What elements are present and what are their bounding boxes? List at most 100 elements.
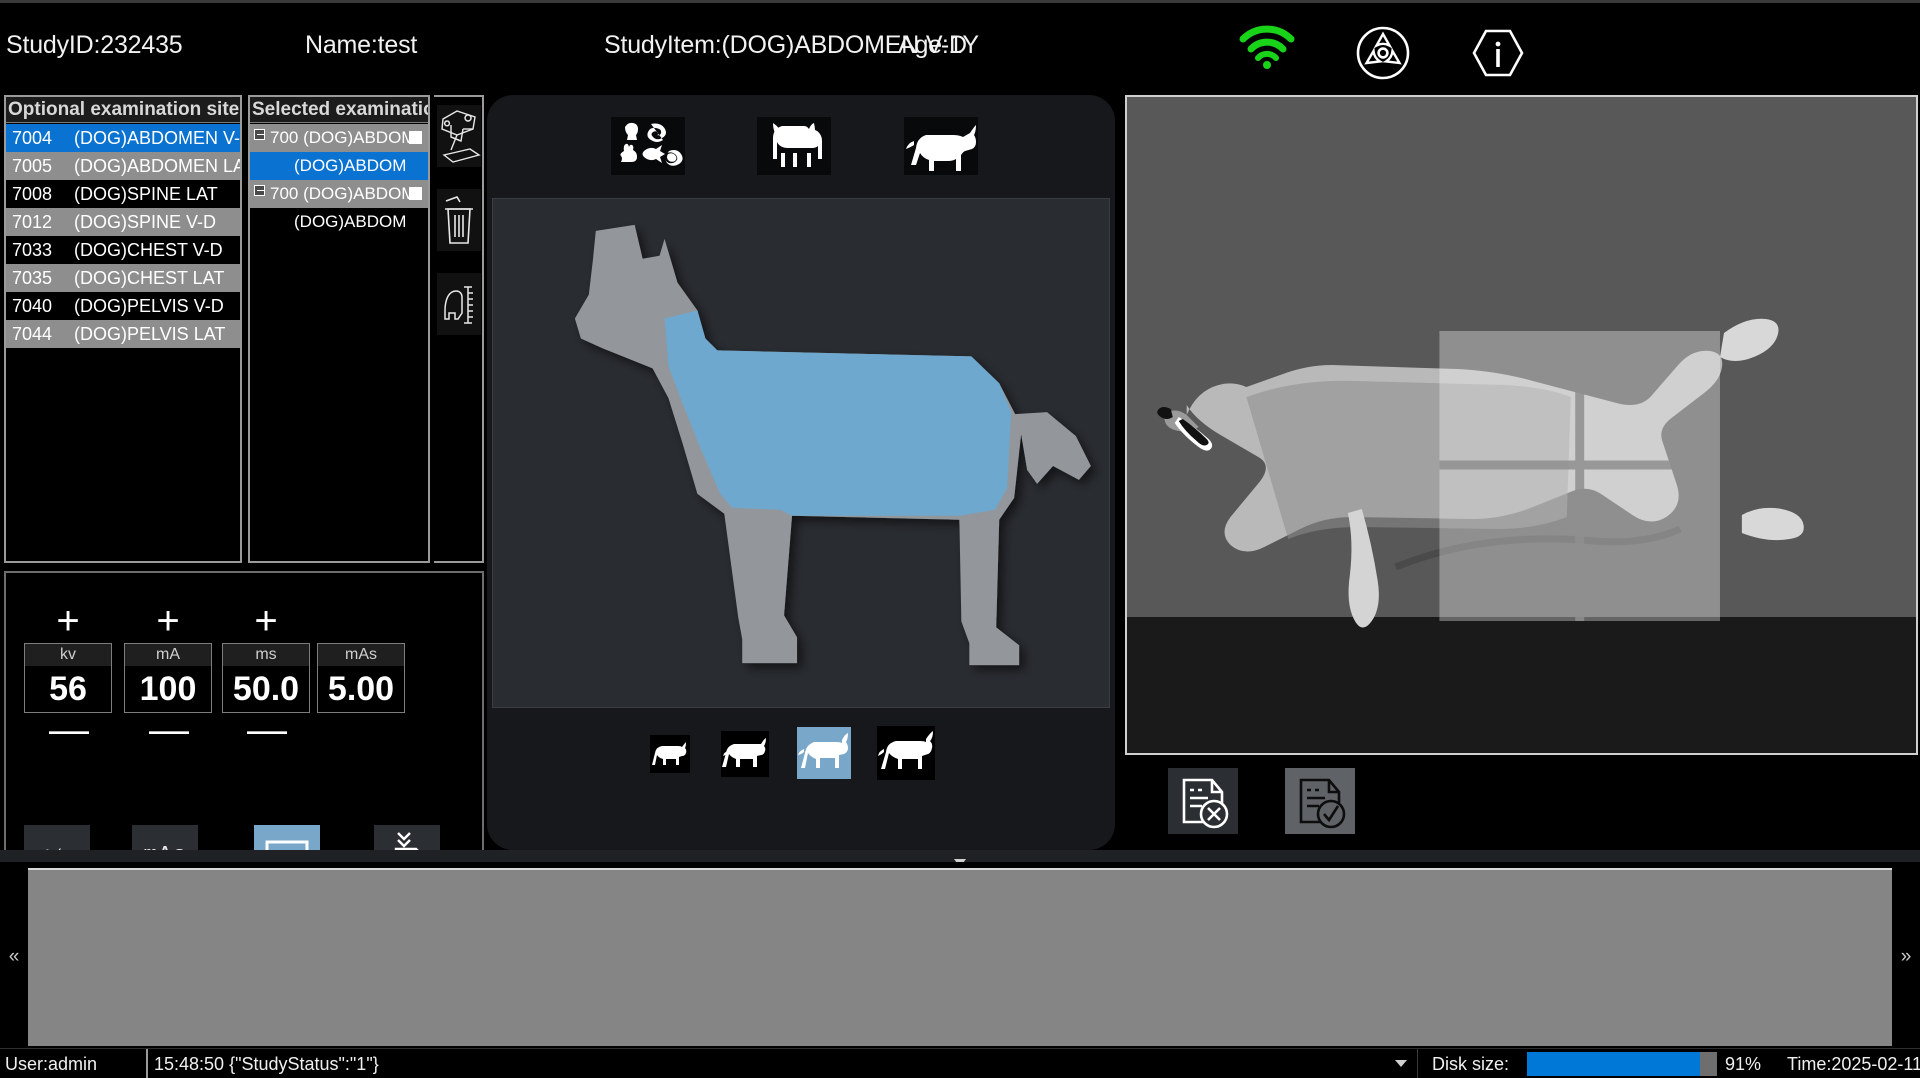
optional-list-title: Optional examination site bbox=[6, 97, 240, 123]
study-id-label: StudyID:232435 bbox=[6, 31, 183, 59]
strip-scroll-right-button[interactable]: » bbox=[1892, 868, 1920, 1046]
increase-ms-button[interactable]: + bbox=[247, 601, 285, 641]
decrease-ma-button[interactable]: — bbox=[149, 710, 189, 750]
status-log-text: 15:48:50 {"StudyStatus":"1"} bbox=[154, 1054, 379, 1074]
item-code: 7033 bbox=[12, 240, 53, 260]
selected-leaf-row[interactable]: (DOG)ABDOM bbox=[250, 208, 428, 236]
selected-item-label: (DOG)ABDOM bbox=[294, 156, 407, 175]
tree-collapse-icon[interactable] bbox=[254, 185, 265, 196]
size-l-button[interactable] bbox=[877, 726, 935, 780]
selected-group-row[interactable]: 700 (DOG)ABDOM bbox=[250, 180, 428, 208]
param-value: 5.00 bbox=[327, 670, 395, 708]
item-label: (DOG)PELVIS V-D bbox=[74, 296, 224, 316]
xray-tube-icon[interactable] bbox=[437, 105, 481, 167]
body-part-selector-panel bbox=[487, 95, 1115, 861]
wifi-connected-icon[interactable] bbox=[1237, 23, 1297, 69]
species-selector-bar bbox=[487, 95, 1115, 198]
optional-list-item[interactable]: 7008 (DOG)SPINE LAT bbox=[6, 180, 240, 208]
param-box[interactable]: mAs 5.00 bbox=[317, 643, 405, 713]
current-user-label: User:admin bbox=[5, 1054, 98, 1074]
item-label: (DOG)ABDOMEN LAT bbox=[74, 156, 240, 176]
disk-size-label: Disk size: bbox=[1432, 1054, 1510, 1074]
chevron-down-icon[interactable] bbox=[1395, 1060, 1407, 1067]
patient-measure-icon[interactable] bbox=[437, 273, 481, 335]
row-checkbox[interactable] bbox=[409, 187, 422, 200]
status-bar: User:admin 15:48:50 {"StudyStatus":"1"} … bbox=[0, 1048, 1920, 1078]
species-cat-button[interactable] bbox=[757, 117, 831, 175]
item-code: 7008 bbox=[12, 184, 53, 204]
item-label: (DOG)PELVIS LAT bbox=[74, 324, 226, 344]
patient-age-label: Age:1Y bbox=[898, 31, 979, 59]
param-unit-label: mAs bbox=[318, 644, 404, 666]
exposure-param-kv: + kv 56— bbox=[18, 601, 118, 750]
selected-list-title: Selected examination site bbox=[250, 97, 428, 123]
document-accept-icon[interactable] bbox=[1285, 768, 1355, 834]
optional-list-item[interactable]: 7044 (DOG)PELVIS LAT bbox=[6, 320, 240, 348]
item-code: 7005 bbox=[12, 156, 53, 176]
param-box[interactable]: mA 100 bbox=[124, 643, 212, 713]
document-reject-icon[interactable] bbox=[1168, 768, 1238, 834]
row-checkbox[interactable] bbox=[409, 131, 422, 144]
param-unit-label: kv bbox=[25, 644, 111, 666]
item-label: (DOG)CHEST LAT bbox=[74, 268, 225, 288]
param-unit-label: mA bbox=[125, 644, 211, 666]
disk-usage-percent: 91% bbox=[1725, 1054, 1762, 1074]
param-box[interactable]: kv 56 bbox=[24, 643, 112, 713]
xray-preview-image[interactable] bbox=[1125, 95, 1918, 755]
optional-list-item[interactable]: 7012 (DOG)SPINE V-D bbox=[6, 208, 240, 236]
radiation-icon[interactable] bbox=[1355, 25, 1411, 81]
exposure-param-mas: mAs 5.00 bbox=[311, 607, 411, 719]
size-m-button[interactable] bbox=[797, 727, 851, 779]
item-label: (DOG)SPINE V-D bbox=[74, 212, 217, 232]
param-value: 56 bbox=[49, 670, 87, 708]
optional-list-item[interactable]: 7005 (DOG)ABDOMEN LAT bbox=[6, 152, 240, 180]
info-icon[interactable] bbox=[1472, 27, 1524, 79]
item-label: (DOG)SPINE LAT bbox=[74, 184, 218, 204]
patient-size-selector-bar bbox=[487, 713, 1115, 799]
param-box[interactable]: ms 50.0 bbox=[222, 643, 310, 713]
item-code: 7040 bbox=[12, 296, 53, 316]
status-log-dropdown[interactable]: 15:48:50 {"StudyStatus":"1"} bbox=[146, 1049, 1418, 1078]
thumbnail-strip: « » bbox=[0, 862, 1920, 1048]
optional-list-item[interactable]: 7040 (DOG)PELVIS V-D bbox=[6, 292, 240, 320]
size-s-button[interactable] bbox=[721, 731, 769, 777]
dog-body-region-selector[interactable] bbox=[492, 198, 1110, 708]
param-value: 100 bbox=[139, 670, 197, 708]
system-time-label: Time:2025-02-11 15:48:51 bbox=[1787, 1054, 1920, 1074]
exposure-param-ms: + ms 50.0— bbox=[216, 601, 316, 750]
size-xs-button[interactable] bbox=[650, 735, 690, 773]
selected-item-label: (DOG)ABDOM bbox=[294, 212, 407, 231]
increase-ma-button[interactable]: + bbox=[149, 601, 187, 641]
optional-list-item[interactable]: 7033 (DOG)CHEST V-D bbox=[6, 236, 240, 264]
decrease-kv-button[interactable]: — bbox=[49, 710, 89, 750]
tree-collapse-icon[interactable] bbox=[254, 129, 265, 140]
app-header: StudyID:232435 Name:test StudyItem:(DOG)… bbox=[0, 0, 1920, 82]
thumbnail-strip-content[interactable] bbox=[28, 868, 1892, 1046]
species-exotic-button[interactable] bbox=[611, 117, 685, 175]
optional-list-item[interactable]: 7035 (DOG)CHEST LAT bbox=[6, 264, 240, 292]
exposure-param-ma: + mA 100— bbox=[118, 601, 218, 750]
trash-icon[interactable] bbox=[437, 189, 481, 251]
item-code: 7012 bbox=[12, 212, 53, 232]
left-control-column: Optional examination site 7004 (DOG)ABDOM… bbox=[0, 95, 484, 946]
selected-leaf-row[interactable]: (DOG)ABDOM bbox=[250, 152, 428, 180]
patient-name-label: Name:test bbox=[305, 31, 418, 59]
selected-item-label: 700 (DOG)ABDOM bbox=[270, 128, 416, 147]
optional-list-item[interactable]: 7004 (DOG)ABDOMEN V-D bbox=[6, 124, 240, 152]
optional-examination-site-panel: Optional examination site 7004 (DOG)ABDOM… bbox=[4, 95, 242, 563]
preview-action-bar bbox=[1125, 760, 1918, 850]
decrease-ms-button[interactable]: — bbox=[247, 710, 287, 750]
optional-list-body[interactable]: 7004 (DOG)ABDOMEN V-D 7005 (DOG)ABDOMEN LAT… bbox=[6, 124, 240, 561]
selected-group-row[interactable]: 700 (DOG)ABDOM bbox=[250, 124, 428, 152]
selected-list-body[interactable]: 700 (DOG)ABDOM (DOG)ABDOM 700 (DOG)ABDOM (D… bbox=[250, 124, 428, 561]
disk-usage-fill bbox=[1527, 1052, 1700, 1076]
param-unit-label: ms bbox=[223, 644, 309, 666]
species-dog-button[interactable] bbox=[904, 117, 978, 175]
item-code: 7044 bbox=[12, 324, 53, 344]
site-tool-strip bbox=[434, 95, 484, 563]
strip-scroll-left-button[interactable]: « bbox=[0, 868, 28, 1046]
selected-item-label: 700 (DOG)ABDOM bbox=[270, 184, 416, 203]
item-label: (DOG)CHEST V-D bbox=[74, 240, 223, 260]
increase-kv-button[interactable]: + bbox=[49, 601, 87, 641]
